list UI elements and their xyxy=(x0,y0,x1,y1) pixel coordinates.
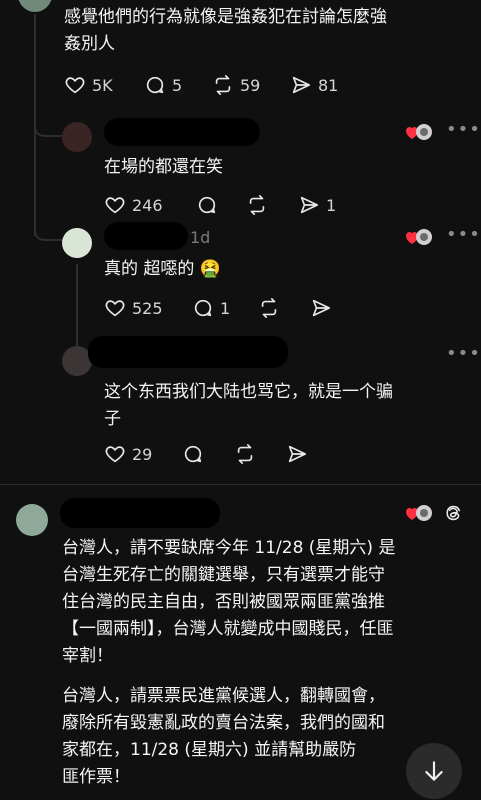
post2-text-line: 匪作票！ xyxy=(62,767,130,787)
heart-icon xyxy=(105,197,125,214)
reaction-heart-icon xyxy=(406,229,432,245)
reply2-like-button[interactable]: 525 xyxy=(104,297,163,319)
arrow-down-icon xyxy=(425,761,443,781)
post2-text-line: 台灣生死存亡的關鍵選舉，只有選票才能守 xyxy=(62,565,385,585)
reply1-share-button[interactable]: 1 xyxy=(298,194,336,216)
post1-like-button[interactable]: 5K xyxy=(64,74,113,96)
post2-paragraph2: 台灣人，請票票民進黨候選人，翻轉國會， 廢除所有毀憲亂政的賣台法案，我們的國和 … xyxy=(62,683,385,791)
like-count: 5K xyxy=(92,75,113,95)
scroll-down-button[interactable] xyxy=(406,743,462,799)
share-icon xyxy=(300,196,319,214)
repost-icon xyxy=(237,444,253,464)
reply2-text: 真的 超噁的 🤮 xyxy=(104,259,221,279)
share-count: 81 xyxy=(318,75,339,95)
share-icon xyxy=(312,299,331,317)
comment-count: 5 xyxy=(172,75,183,95)
post1-text: 感覺他們的行為就像是強姦犯在討論怎麼強 姦別人 xyxy=(64,4,387,58)
threads-icon[interactable] xyxy=(442,502,464,524)
post1-share-button[interactable]: 81 xyxy=(290,74,338,96)
post2-text-line: 家都在，11/28 (星期六) 並請幫助嚴防 xyxy=(62,740,357,760)
reply3-like-button[interactable]: 29 xyxy=(104,443,152,465)
post1-avatar[interactable] xyxy=(18,0,52,12)
thread-connector xyxy=(34,210,64,241)
reply2-share-button[interactable] xyxy=(310,297,332,319)
post2-text-line: 宰割！ xyxy=(62,646,113,666)
reply3-text-line: 子 xyxy=(104,409,121,429)
comment-icon xyxy=(194,299,212,317)
repost-count: 59 xyxy=(240,75,261,95)
heart-icon xyxy=(65,77,85,94)
share-icon xyxy=(292,76,311,94)
reply2-comment-button[interactable]: 1 xyxy=(192,297,230,319)
post2-avatar[interactable] xyxy=(16,504,48,536)
repost-icon xyxy=(249,195,265,215)
post2-paragraph1: 台灣人，請不要缺席今年 11/28 (星期六) 是 台灣生死存亡的關鍵選舉，只有… xyxy=(62,535,395,670)
post1-text-line: 姦別人 xyxy=(64,34,115,54)
reply1-avatar[interactable] xyxy=(62,122,92,152)
comment-icon xyxy=(146,76,164,94)
heart-icon xyxy=(105,446,125,463)
reply1-like-button[interactable]: 246 xyxy=(104,194,163,216)
comment-icon xyxy=(184,445,202,463)
reaction-heart-icon xyxy=(406,505,432,521)
reply3-comment-button[interactable] xyxy=(182,443,204,465)
reaction-heart-icon xyxy=(406,124,432,140)
reply2-avatar[interactable] xyxy=(62,228,92,258)
reply1-more-icon[interactable]: ••• xyxy=(446,121,481,139)
comment-icon xyxy=(198,196,216,214)
repost-icon xyxy=(261,298,277,318)
reply2-username-redacted xyxy=(104,222,188,250)
post2-text-line: 廢除所有毀憲亂政的賣台法案，我們的國和 xyxy=(62,713,385,733)
post2-text-line: 台灣人，請不要缺席今年 11/28 (星期六) 是 xyxy=(62,538,396,558)
repost-icon xyxy=(215,75,231,95)
post1-text-line: 感覺他們的行為就像是強姦犯在討論怎麼強 xyxy=(64,7,387,27)
reply2-timestamp: 1d xyxy=(190,228,211,247)
reply1-text: 在場的都還在笑 xyxy=(104,157,223,177)
comment-count: 1 xyxy=(220,298,231,318)
post2-text-line: 台灣人，請票票民進黨候選人，翻轉國會， xyxy=(62,686,385,706)
like-count: 29 xyxy=(132,444,153,464)
reply3-repost-button[interactable] xyxy=(234,443,256,465)
reply3-text: 这个东西我们大陆也骂它，就是一个骗 子 xyxy=(104,379,393,433)
reply1-repost-button[interactable] xyxy=(246,194,268,216)
share-icon xyxy=(288,445,307,463)
post2-text-line: 住台灣的民主自由，否則被國眾兩匪黨強推 xyxy=(62,592,385,612)
post1-repost-button[interactable]: 59 xyxy=(212,74,260,96)
like-count: 525 xyxy=(132,298,163,318)
post2-text-line: 【一國兩制】，台灣人就變成中國賤民，任匪 xyxy=(62,619,394,639)
reply3-text-line: 这个东西我们大陆也骂它，就是一个骗 xyxy=(104,382,393,402)
reply2-repost-button[interactable] xyxy=(258,297,280,319)
reply2-more-icon[interactable]: ••• xyxy=(446,226,481,244)
reply3-share-button[interactable] xyxy=(286,443,308,465)
reply3-more-icon[interactable]: ••• xyxy=(446,345,481,363)
like-count: 246 xyxy=(132,195,163,215)
reply1-comment-button[interactable] xyxy=(196,194,218,216)
post1-comment-button[interactable]: 5 xyxy=(144,74,182,96)
share-count: 1 xyxy=(326,195,337,215)
post2-username-redacted xyxy=(60,498,220,528)
reply3-username-redacted xyxy=(88,336,288,368)
post-divider xyxy=(0,484,481,485)
heart-icon xyxy=(105,300,125,317)
reply1-username-redacted xyxy=(104,118,260,146)
